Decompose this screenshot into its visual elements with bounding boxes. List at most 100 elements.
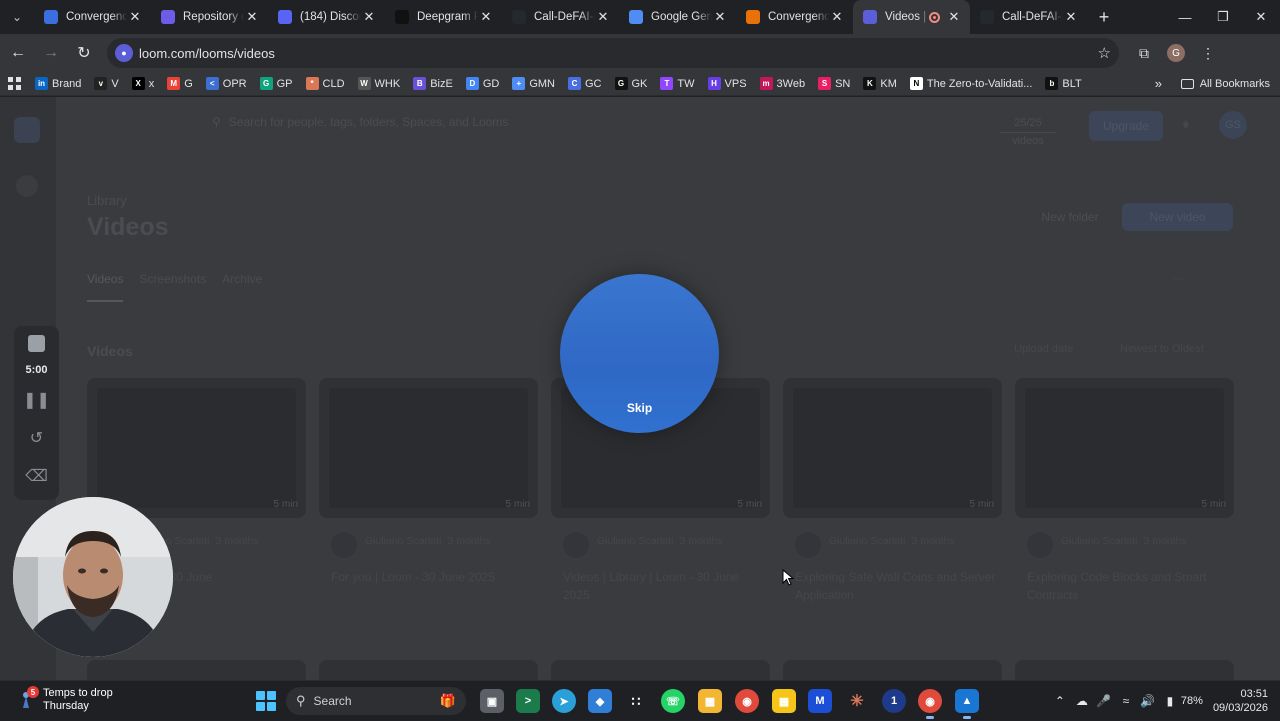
tab-search-chevron-icon[interactable]: ⌄: [0, 0, 34, 34]
whatsapp-icon[interactable]: ☏: [661, 689, 685, 713]
sidebar-home-icon[interactable]: [16, 175, 38, 197]
close-tab-icon[interactable]: ✕: [361, 9, 377, 25]
site-info-icon[interactable]: ●: [115, 44, 133, 62]
box-app-icon[interactable]: ◆: [588, 689, 612, 713]
tab-videos[interactable]: Videos: [87, 272, 124, 302]
chrome-active-icon[interactable]: ◉: [918, 689, 942, 719]
clock[interactable]: 03:51 09/03/2026: [1213, 687, 1268, 715]
close-tab-icon[interactable]: ✕: [946, 9, 962, 25]
extensions-icon[interactable]: ⧉: [1133, 45, 1155, 62]
weather-widget[interactable]: 5 Temps to drop Thursday: [18, 686, 113, 713]
taskbar-search[interactable]: ⚲ Search 🎁: [286, 687, 466, 715]
video-card-next[interactable]: [87, 660, 306, 680]
close-tab-icon[interactable]: ✕: [1063, 9, 1079, 25]
bookmark-item[interactable]: * CLD: [305, 77, 345, 90]
browser-tab[interactable]: Repository o ✕: [151, 0, 268, 34]
browser-tab[interactable]: Convergence✕: [34, 0, 151, 34]
profile-avatar[interactable]: G: [1167, 44, 1185, 62]
bookmark-item[interactable]: C GC: [568, 77, 602, 90]
bookmark-item[interactable]: m 3Web: [759, 77, 805, 90]
browser-tab[interactable]: Videos | L ✕: [853, 0, 970, 34]
video-card[interactable]: 5 min: [783, 378, 1002, 518]
bookmark-item[interactable]: < OPR: [205, 77, 247, 90]
close-tab-icon[interactable]: ✕: [829, 9, 845, 25]
task-view-icon[interactable]: ▣: [480, 689, 504, 713]
bookmark-item[interactable]: b BLT: [1045, 77, 1082, 90]
restart-icon[interactable]: ↺: [14, 428, 59, 448]
countdown-circle[interactable]: Skip: [560, 274, 719, 433]
bell-icon[interactable]: ♦: [1182, 116, 1190, 133]
video-card[interactable]: 5 min: [1015, 378, 1234, 518]
all-bookmarks[interactable]: All Bookmarks: [1180, 78, 1270, 90]
terminal-app-icon[interactable]: >: [516, 689, 540, 713]
skip-button[interactable]: Skip: [560, 401, 719, 415]
loom-search-placeholder[interactable]: Search for people, tags, folders, Spaces…: [229, 115, 509, 129]
video-title[interactable]: Exploring Safe Wall Coins and Server App…: [795, 568, 1000, 604]
claude-icon[interactable]: ✳: [845, 689, 869, 713]
close-tab-icon[interactable]: ✕: [595, 9, 611, 25]
trash-icon[interactable]: ⌫: [14, 466, 59, 486]
bookmark-item[interactable]: T TW: [660, 77, 695, 90]
bookmark-item[interactable]: K KM: [863, 77, 897, 90]
microphone-icon[interactable]: 🎤: [1093, 694, 1115, 708]
tab-archive[interactable]: Archive: [222, 272, 262, 302]
user-avatar[interactable]: GS: [1219, 111, 1247, 139]
browser-tab[interactable]: Call-DeFAI-iC✕: [970, 0, 1087, 34]
bookmark-item[interactable]: G GK: [614, 77, 647, 90]
url-text[interactable]: loom.com/looms/videos: [139, 46, 275, 61]
video-card-next[interactable]: [551, 660, 770, 680]
video-card[interactable]: 5 min: [87, 378, 306, 518]
video-card-next[interactable]: [319, 660, 538, 680]
video-card-next[interactable]: [783, 660, 1002, 680]
browser-tab[interactable]: Google Gemi ✕: [619, 0, 736, 34]
forward-icon[interactable]: →: [36, 38, 66, 68]
bookmark-item[interactable]: W WHK: [357, 77, 400, 90]
new-video-button[interactable]: New video: [1122, 203, 1233, 231]
more-options[interactable]: ⋯: [1172, 272, 1183, 285]
minimize-button[interactable]: —: [1166, 0, 1204, 34]
apps-grid-icon[interactable]: [8, 77, 21, 90]
apps-grid-icon[interactable]: ∷: [624, 689, 648, 713]
video-title[interactable]: Videos | Library | Loom - 30 June 2025: [563, 568, 768, 604]
video-title[interactable]: Exploring Code Blocks and Smart Contract…: [1027, 568, 1232, 604]
browser-tab[interactable]: Convergence✕: [736, 0, 853, 34]
new-folder-button[interactable]: New folder: [1028, 203, 1112, 231]
close-tab-icon[interactable]: ✕: [244, 9, 260, 25]
webcam-bubble[interactable]: [13, 497, 173, 657]
chrome-icon[interactable]: ◉: [735, 689, 759, 713]
bookmark-item[interactable]: G GP: [259, 77, 293, 90]
stop-recording-button[interactable]: [28, 335, 45, 352]
notes-app-icon[interactable]: ▦: [772, 689, 796, 713]
tab-screenshots[interactable]: Screenshots: [139, 272, 206, 302]
address-bar[interactable]: ● loom.com/looms/videos ☆: [107, 38, 1119, 68]
bookmark-item[interactable]: MG: [167, 77, 193, 90]
bookmark-item[interactable]: + GMN: [512, 77, 555, 90]
file-explorer-icon[interactable]: ▩: [698, 689, 722, 713]
browser-tab[interactable]: Call-DeFAI-iC✕: [502, 0, 619, 34]
password-manager-icon[interactable]: 1: [882, 689, 906, 713]
chart-app-icon[interactable]: ▲: [955, 689, 979, 719]
wifi-icon[interactable]: ≈: [1115, 694, 1137, 708]
close-tab-icon[interactable]: ✕: [712, 9, 728, 25]
tray-chevron-icon[interactable]: ⌃: [1049, 694, 1071, 708]
bookmark-star-icon[interactable]: ☆: [1098, 44, 1111, 62]
video-title[interactable]: For you | Loom - 30 June 2025: [331, 568, 536, 586]
close-tab-icon[interactable]: ✕: [478, 9, 494, 25]
more-bookmarks-icon[interactable]: »: [1155, 76, 1162, 91]
bookmark-item[interactable]: S SN: [818, 77, 850, 90]
bookmark-item[interactable]: Xx: [131, 77, 154, 90]
loom-search[interactable]: ⚲ Search for people, tags, folders, Spac…: [212, 115, 508, 129]
bookmark-item[interactable]: in Brand: [35, 77, 81, 90]
back-icon[interactable]: ←: [3, 38, 33, 68]
bookmark-item[interactable]: B BizE: [413, 77, 453, 90]
windows-start-icon[interactable]: [256, 691, 276, 711]
telegram-icon[interactable]: ➤: [552, 689, 576, 713]
volume-icon[interactable]: 🔊: [1137, 694, 1159, 708]
loom-workspace-icon[interactable]: [14, 117, 40, 143]
new-tab-button[interactable]: +: [1091, 4, 1117, 30]
restore-button[interactable]: ❐: [1204, 0, 1242, 34]
reload-icon[interactable]: ↻: [69, 38, 99, 68]
bookmark-item[interactable]: vV: [94, 77, 119, 90]
video-card[interactable]: 5 min: [319, 378, 538, 518]
bookmark-item[interactable]: H VPS: [707, 77, 747, 90]
